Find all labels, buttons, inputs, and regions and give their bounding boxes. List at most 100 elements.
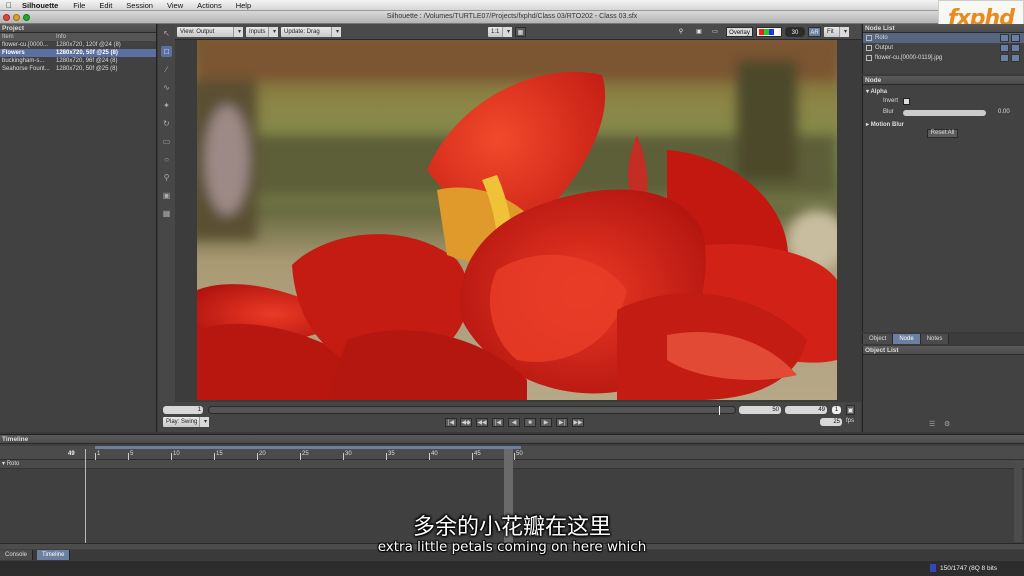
play-mode-dropdown[interactable]: Play: Swing ▾ (163, 417, 209, 427)
node-list-item-label: Output (875, 45, 894, 51)
xspline-tool-icon[interactable]: ✦ (161, 100, 172, 111)
node-view-toggle-icon[interactable] (1000, 44, 1009, 52)
column-item[interactable]: Item (0, 33, 54, 41)
select-tool-icon[interactable]: ↖ (161, 28, 172, 39)
prev-keyframe-icon[interactable]: ◀◆ (460, 418, 472, 427)
menu-app-name[interactable]: Silhouette (18, 1, 66, 10)
play-icon[interactable]: ▶ (540, 418, 552, 427)
project-row[interactable]: buckingham-s... 1280x720, 96f @24 (8) (0, 57, 156, 65)
blur-label: Blur (883, 109, 894, 115)
settings-icon[interactable]: ⚙ (944, 420, 953, 428)
monitor-icon[interactable]: ▭ (709, 27, 721, 37)
view-dropdown[interactable]: View: Output ▾ (177, 27, 243, 37)
ellipse-tool-icon[interactable]: ○ (161, 154, 172, 165)
menu-file[interactable]: File (66, 1, 92, 10)
node-view-toggle-icon[interactable] (1000, 54, 1009, 62)
apple-icon[interactable]:  (0, 1, 18, 10)
node-view-toggle-icon[interactable] (1000, 34, 1009, 42)
loop-icon[interactable]: ▣ (846, 405, 855, 415)
project-row-selected[interactable]: Flowers 1280x720, 50f @25 (8) (0, 49, 156, 57)
bezier-tool-icon[interactable]: ∕ (161, 64, 172, 75)
timeline-range-bar[interactable] (95, 446, 521, 449)
track-name: Roto (6, 461, 20, 467)
fit-dropdown[interactable]: Fit ▾ (824, 27, 849, 37)
channel-swatch[interactable] (756, 27, 782, 37)
roto-node-icon (866, 35, 872, 41)
update-dropdown-value: Update: Drag (284, 29, 320, 35)
zoom-dropdown[interactable]: 1:1 ▾ (488, 27, 512, 37)
update-dropdown[interactable]: Update: Drag ▾ (281, 27, 341, 37)
project-panel: Project Item Info flower-cu.[0000... 128… (0, 24, 157, 432)
menu-help[interactable]: Help (229, 1, 258, 10)
tab-object[interactable]: Object (863, 334, 894, 344)
tracker-tool-icon[interactable]: ▣ (161, 190, 172, 201)
magnetic-tool-icon[interactable]: ↻ (161, 118, 172, 129)
node-list-item-roto[interactable]: Roto (863, 33, 1024, 43)
viewer-controls: 1 50 49 1 ▣ Play: Swing ▾ |◀ ◀◆ ◀◀ |◀ ◀ ■… (158, 402, 861, 432)
resolution-icon[interactable]: ▦ (515, 27, 526, 37)
node-list-item-output[interactable]: Output (863, 43, 1024, 53)
rgb-channel-icon (759, 29, 779, 35)
menu-actions[interactable]: Actions (190, 1, 229, 10)
tick-mark (472, 453, 473, 460)
invert-checkbox[interactable] (903, 98, 910, 105)
viewer[interactable] (175, 40, 861, 402)
stop-icon[interactable]: ■ (524, 418, 536, 427)
step-field[interactable]: 1 (832, 406, 841, 414)
scrubber-playhead[interactable] (719, 406, 720, 415)
step-forward-icon[interactable]: ▶| (556, 418, 568, 427)
start-frame-field[interactable]: 1 (163, 406, 203, 414)
bspline-tool-icon[interactable]: ∿ (161, 82, 172, 93)
alpha-channel (774, 29, 779, 35)
node-panel: Node ▾ Alpha Invert Blur 0.00 ▸ Motion B… (862, 76, 1024, 332)
number-field[interactable]: 30 (785, 27, 805, 37)
object-list-panel: Object List ☰ ⚙ (862, 346, 1024, 432)
fit-dropdown-value: Fit (827, 29, 834, 35)
tab-notes[interactable]: Notes (920, 334, 950, 344)
tick-label: 10 (173, 451, 180, 457)
viewer-image (197, 40, 837, 400)
inputs-dropdown[interactable]: Inputs ▾ (246, 27, 278, 37)
goto-end-icon[interactable]: ▶▶ (572, 418, 584, 427)
node-list-item-source[interactable]: flower-cu.[0000-0119].jpg (863, 53, 1024, 63)
zoom-tool-icon[interactable]: ⚲ (161, 172, 172, 183)
rectangle-tool-icon[interactable]: ▭ (161, 136, 172, 147)
node-bypass-toggle-icon[interactable] (1011, 44, 1020, 52)
overlay-button[interactable]: Overlay (726, 27, 753, 37)
menu-edit[interactable]: Edit (92, 1, 119, 10)
play-reverse-icon[interactable]: ◀ (508, 418, 520, 427)
menu-session[interactable]: Session (119, 1, 160, 10)
step-back-icon[interactable]: |◀ (492, 418, 504, 427)
node-bypass-toggle-icon[interactable] (1011, 34, 1020, 42)
list-options-icon[interactable]: ☰ (929, 420, 938, 428)
snapshot-tool-icon[interactable]: ▦ (161, 208, 172, 219)
tick-label: 35 (388, 451, 395, 457)
current-frame-field[interactable]: 49 (785, 406, 827, 414)
motion-blur-section[interactable]: ▸ Motion Blur (866, 121, 904, 128)
alpha-section[interactable]: ▾ Alpha (866, 88, 887, 95)
project-row[interactable]: flower-cu.[0000... 1280x720, 120f @24 (8… (0, 41, 156, 49)
end-frame-field[interactable]: 50 (739, 406, 781, 414)
object-list-title: Object List (863, 346, 1024, 355)
guide-icon[interactable]: ▣ (693, 27, 705, 37)
node-bypass-toggle-icon[interactable] (1011, 54, 1020, 62)
column-info[interactable]: Info (54, 33, 156, 41)
blur-value[interactable]: 0.00 (998, 109, 1010, 115)
magnifier-icon[interactable]: ⚲ (675, 27, 687, 37)
reset-all-button[interactable]: Reset All (927, 129, 958, 138)
goto-start-icon[interactable]: |◀ (445, 418, 457, 427)
fps-field[interactable]: 25 (820, 418, 842, 426)
transform-tool-icon[interactable]: □ (161, 46, 172, 57)
timeline-current-frame: 49 (68, 451, 75, 457)
menubar:  Silhouette File Edit Session View Acti… (0, 0, 1024, 11)
rewind-icon[interactable]: ◀◀ (476, 418, 488, 427)
project-row[interactable]: Seahorse Fount... 1280x720, 50f @25 (8) (0, 65, 156, 73)
ar-toggle[interactable]: AR (808, 27, 821, 37)
blur-slider[interactable] (903, 110, 986, 116)
frame-scrubber[interactable] (208, 406, 736, 415)
chevron-down-icon: ▾ (237, 29, 241, 35)
node-list-title: Node List (863, 24, 1024, 33)
chevron-down-icon: ▾ (272, 29, 276, 35)
menu-view[interactable]: View (160, 1, 190, 10)
tab-node[interactable]: Node (893, 334, 921, 344)
